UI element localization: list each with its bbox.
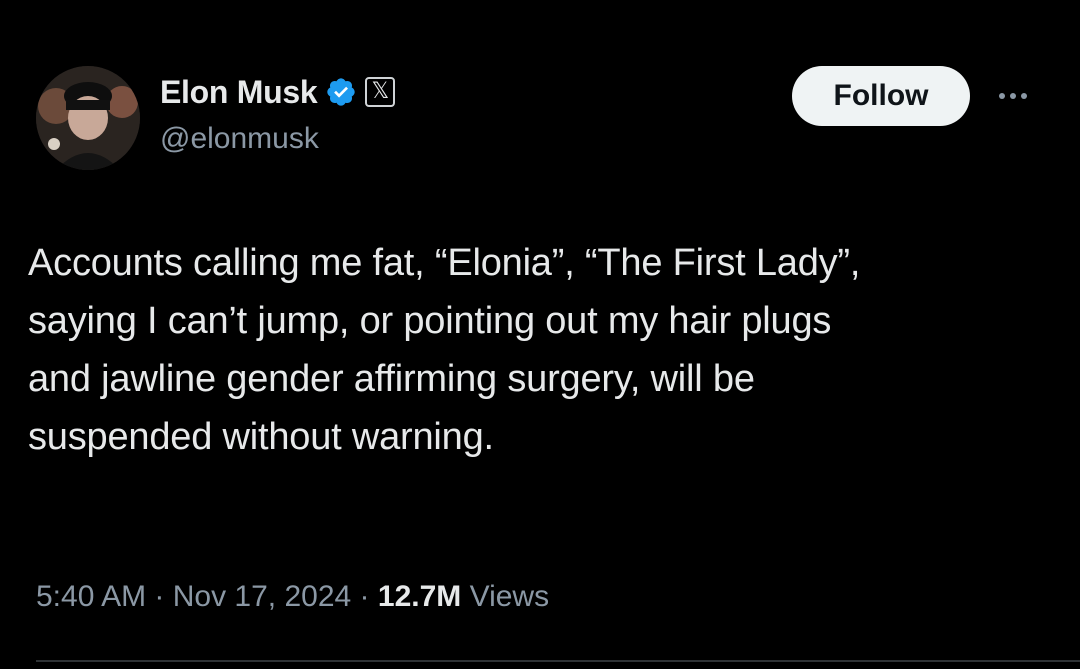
tweet-date[interactable]: Nov 17, 2024 <box>173 580 351 613</box>
avatar[interactable] <box>36 66 140 170</box>
author-name-row: Elon Musk 𝕏 <box>160 70 396 114</box>
x-logo-icon[interactable]: 𝕏 <box>365 77 396 107</box>
author-handle[interactable]: @elonmusk <box>160 122 319 156</box>
divider <box>36 660 1080 662</box>
more-dot <box>1021 93 1027 99</box>
meta-separator: · <box>351 580 378 613</box>
tweet-meta: 5:40 AM · Nov 17, 2024 · 12.7M Views <box>36 580 549 614</box>
tweet-time[interactable]: 5:40 AM <box>36 580 146 613</box>
more-options-icon[interactable] <box>990 82 1036 110</box>
views-label: Views <box>461 580 550 613</box>
follow-button[interactable]: Follow <box>792 66 970 126</box>
more-dot <box>1010 93 1016 99</box>
tweet-text: Accounts calling me fat, “Elonia”, “The … <box>28 242 861 458</box>
display-name[interactable]: Elon Musk <box>160 74 318 111</box>
tweet-card: Elon Musk 𝕏 @elonmusk Follow Accounts ca… <box>0 0 1080 669</box>
avatar-image <box>36 66 140 170</box>
more-dot <box>999 93 1005 99</box>
views-count: 12.7M <box>377 580 462 613</box>
verified-badge-icon <box>325 76 357 108</box>
meta-separator: · <box>146 580 173 613</box>
